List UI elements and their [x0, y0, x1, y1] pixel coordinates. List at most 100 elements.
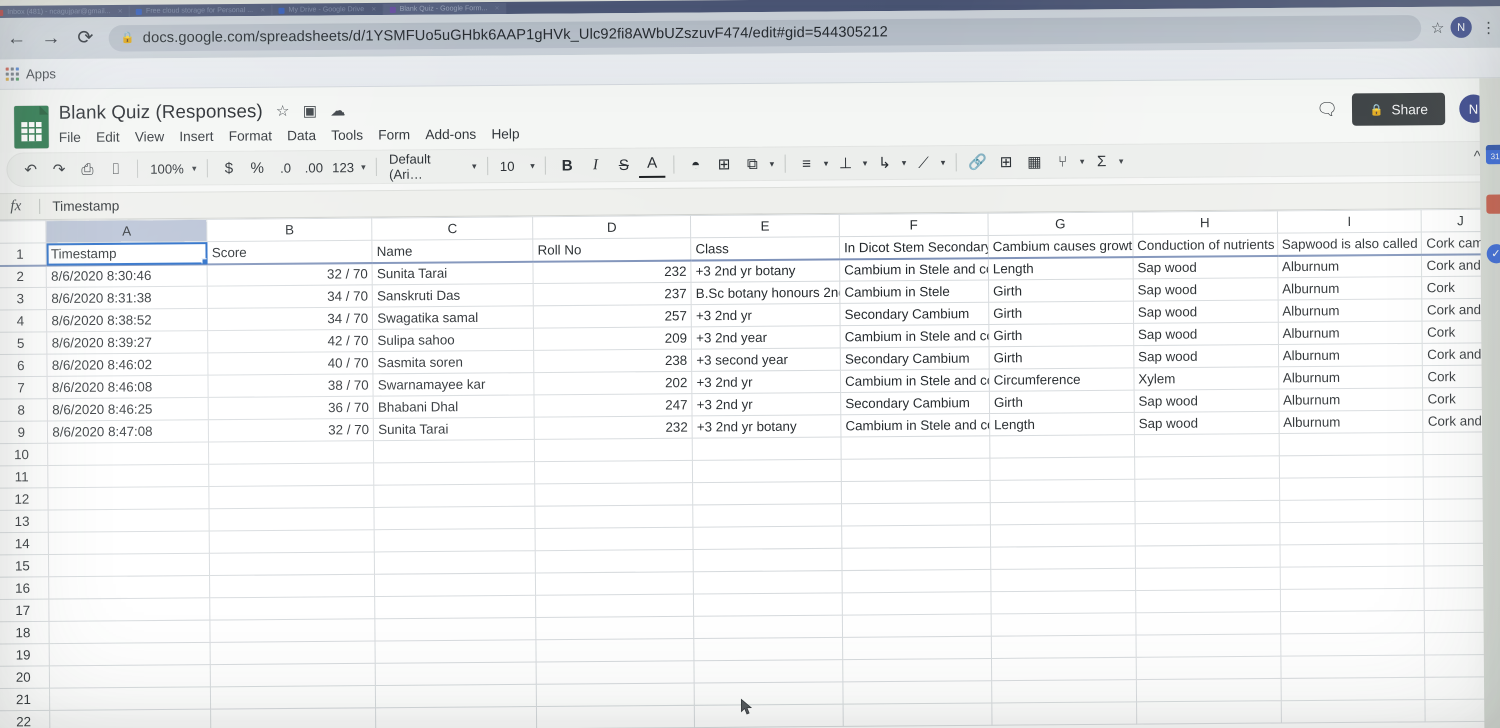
cell[interactable]	[48, 464, 210, 488]
spreadsheet-grid[interactable]: ABCDEFGHIJ 1 Timestamp Score Name Roll No Cla…	[0, 208, 1500, 728]
header-cell[interactable]: Cambium causes growth	[988, 234, 1133, 258]
cell[interactable]	[693, 570, 843, 594]
row-header[interactable]: 4	[0, 309, 48, 333]
cell[interactable]: 232	[533, 260, 692, 284]
cell[interactable]	[842, 680, 992, 705]
column-header-G[interactable]: G	[987, 212, 1133, 236]
cell[interactable]	[692, 503, 842, 528]
cell[interactable]: 34 / 70	[207, 307, 373, 331]
functions-button[interactable]: Σ	[1088, 148, 1115, 175]
close-icon[interactable]: ✕	[494, 5, 499, 12]
cell[interactable]: 257	[533, 304, 692, 329]
cell[interactable]	[1134, 433, 1279, 457]
cell[interactable]: 38 / 70	[208, 373, 374, 398]
cell[interactable]	[48, 575, 210, 600]
keep-icon[interactable]	[1485, 194, 1500, 214]
cell[interactable]	[989, 456, 1135, 481]
row-header[interactable]: 14	[0, 532, 49, 555]
row-header[interactable]: 17	[0, 599, 50, 622]
menu-item-format[interactable]: Format	[229, 128, 272, 144]
cell[interactable]	[1134, 500, 1280, 524]
cell[interactable]	[1279, 521, 1425, 545]
cell[interactable]: Length	[989, 412, 1135, 436]
decrease-decimal-button[interactable]: .0	[272, 154, 299, 181]
cell[interactable]	[842, 591, 992, 616]
italic-button[interactable]: I	[582, 152, 609, 179]
chevron-down-icon[interactable]: ▾	[470, 161, 479, 172]
column-header-B[interactable]: B	[207, 218, 373, 242]
menu-item-insert[interactable]: Insert	[179, 129, 213, 144]
menu-item-tools[interactable]: Tools	[331, 128, 363, 143]
cell[interactable]: Alburnum	[1278, 365, 1423, 390]
cell[interactable]: +3 2nd yr	[692, 392, 841, 416]
cell[interactable]: Sunita Tarai	[373, 417, 535, 441]
cell[interactable]	[209, 507, 375, 532]
cell[interactable]	[842, 569, 991, 593]
cell[interactable]	[1135, 656, 1281, 680]
column-header-H[interactable]: H	[1132, 210, 1278, 235]
cell[interactable]	[375, 639, 537, 664]
cell[interactable]	[841, 458, 990, 482]
cell[interactable]	[208, 440, 374, 465]
row-header[interactable]: 8	[0, 398, 48, 422]
cell[interactable]: Alburnum	[1278, 343, 1423, 367]
cell[interactable]	[375, 662, 537, 686]
column-header-F[interactable]: F	[839, 213, 989, 237]
cell[interactable]	[1279, 476, 1424, 501]
selected-cell[interactable]: Timestamp	[46, 241, 208, 266]
cell[interactable]	[1279, 499, 1425, 523]
cell[interactable]	[991, 679, 1137, 703]
cell[interactable]	[50, 709, 212, 728]
cell[interactable]: Sap wood	[1133, 344, 1279, 368]
row-header[interactable]: 9	[0, 420, 48, 444]
cell[interactable]	[536, 660, 695, 685]
chevron-down-icon[interactable]: ▾	[1117, 155, 1126, 166]
cell[interactable]: Alburnum	[1278, 387, 1424, 412]
chevron-down-icon[interactable]: ▾	[359, 161, 368, 172]
print-button[interactable]: ⎙	[74, 156, 101, 183]
cell[interactable]	[990, 523, 1136, 548]
cell[interactable]	[48, 531, 210, 555]
menu-item-form[interactable]: Form	[378, 127, 410, 142]
merge-cells-icon[interactable]: ⧉	[739, 151, 766, 178]
row-header[interactable]: 3	[0, 287, 47, 311]
cell[interactable]	[1135, 611, 1281, 636]
chevron-down-icon[interactable]: ▾	[939, 157, 948, 168]
cell[interactable]	[693, 615, 843, 639]
row-header[interactable]: 1	[0, 242, 47, 266]
header-cell[interactable]: In Dicot Stem Secondary	[839, 235, 989, 259]
cell[interactable]	[535, 504, 694, 529]
cell[interactable]	[989, 479, 1135, 503]
cell[interactable]: 8/6/2020 8:46:02	[47, 352, 209, 377]
cell[interactable]: Girth	[988, 345, 1134, 370]
cell[interactable]	[1135, 544, 1280, 569]
chevron-down-icon[interactable]: ▾	[190, 163, 199, 174]
chevron-down-icon[interactable]: ▾	[900, 157, 909, 168]
cell[interactable]: Sulipa sahoo	[372, 328, 534, 352]
cell[interactable]	[535, 527, 694, 551]
cell[interactable]	[375, 617, 537, 642]
cell[interactable]: Girth	[988, 301, 1134, 325]
redo-button[interactable]: ↷	[46, 156, 73, 183]
cell[interactable]	[536, 683, 695, 707]
row-header[interactable]: 21	[0, 688, 51, 711]
cell[interactable]: 232	[534, 415, 693, 440]
cell[interactable]	[842, 636, 992, 660]
cell[interactable]: Cambium in Stele and cor	[840, 413, 990, 437]
cell[interactable]	[536, 638, 695, 663]
cell[interactable]: 32 / 70	[207, 262, 373, 287]
row-header[interactable]: 2	[0, 265, 47, 288]
column-header-E[interactable]: E	[690, 214, 840, 238]
cell[interactable]: Secondary Cambium	[840, 346, 990, 371]
cell[interactable]	[694, 659, 843, 684]
cell[interactable]	[694, 704, 844, 728]
cell[interactable]: Alburnum	[1277, 321, 1423, 345]
cell[interactable]	[1280, 610, 1425, 634]
cell[interactable]: Sap wood	[1133, 299, 1278, 324]
cell[interactable]	[47, 441, 209, 466]
cell[interactable]	[209, 574, 375, 598]
calendar-icon[interactable]	[1485, 144, 1500, 165]
cell[interactable]	[841, 524, 991, 549]
cell[interactable]	[1135, 633, 1281, 658]
cell[interactable]	[843, 702, 992, 727]
